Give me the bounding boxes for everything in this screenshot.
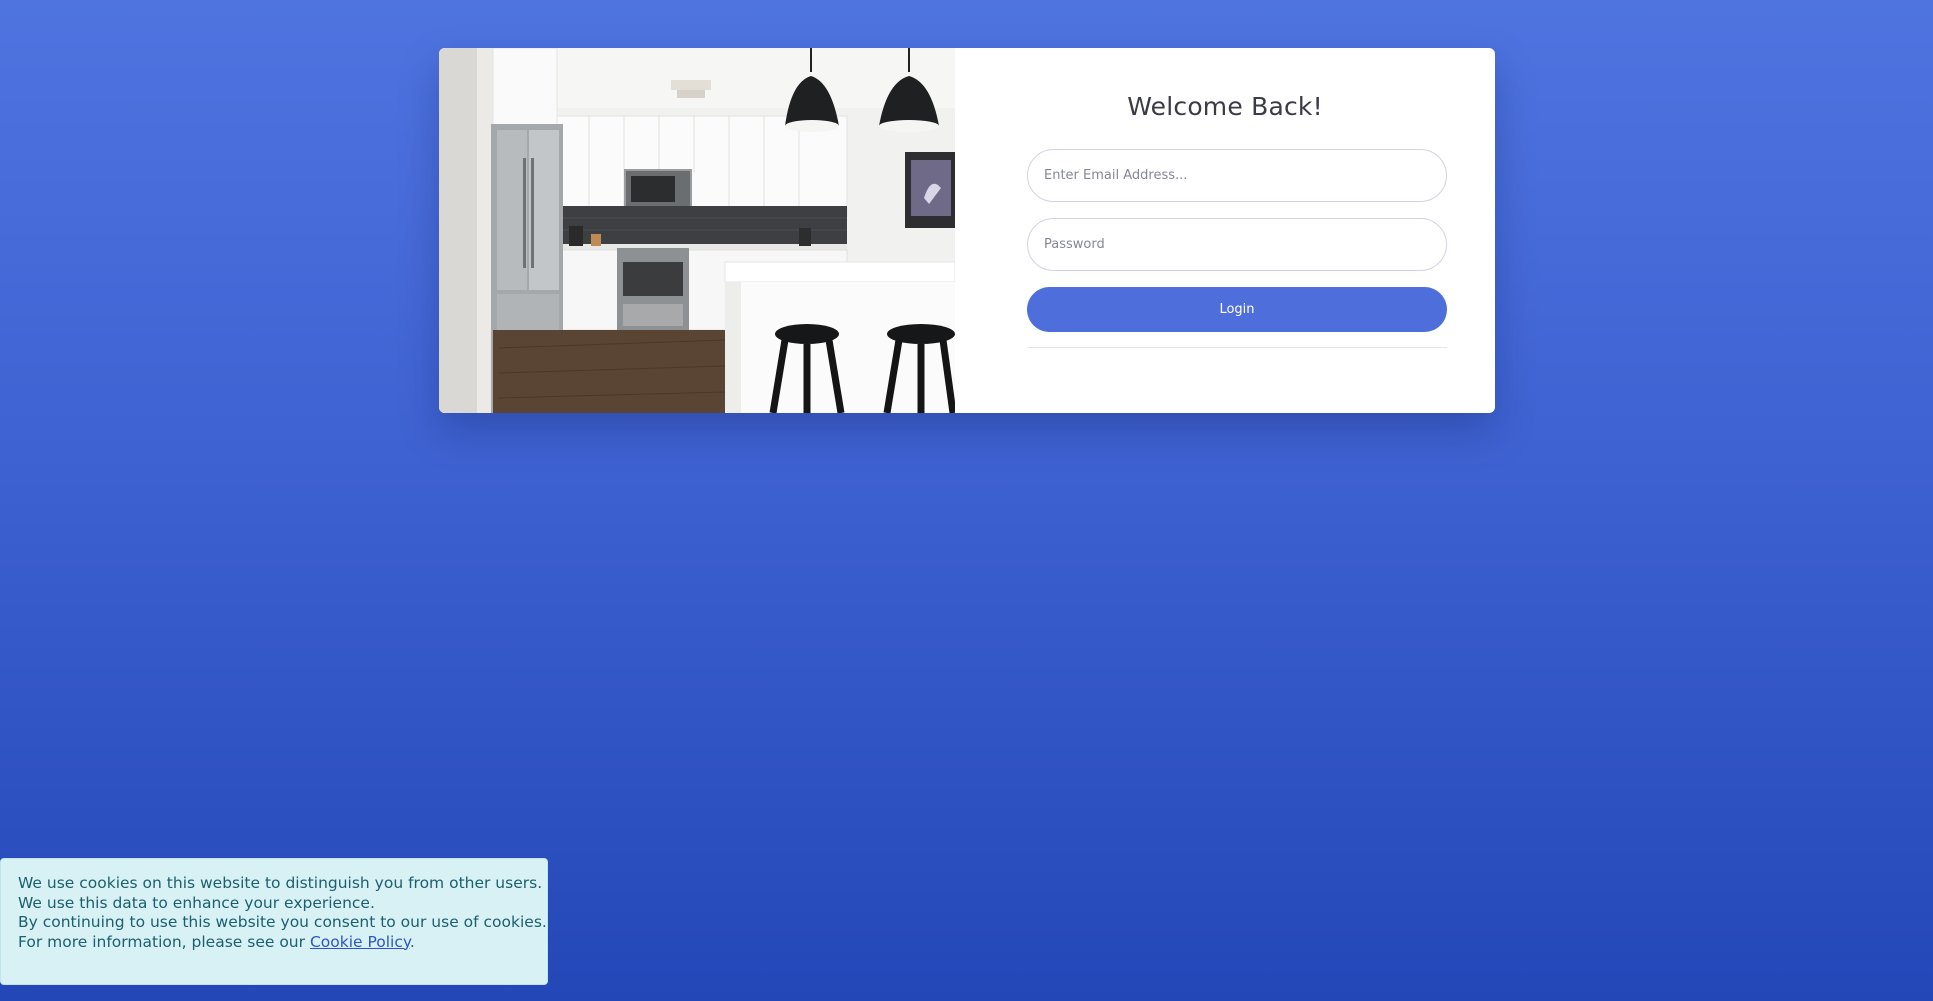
login-card: Welcome Back! Login: [439, 48, 1495, 413]
cookie-notice-prefix: For more information, please see our: [18, 932, 310, 951]
password-field[interactable]: [1027, 218, 1447, 271]
cookie-notice-line: We use this data to enhance your experie…: [18, 893, 375, 912]
form-divider: [1027, 347, 1447, 348]
login-button[interactable]: Login: [1027, 287, 1447, 332]
cookie-notice-line: By continuing to use this website you co…: [18, 913, 547, 931]
cookie-notice-line: We use cookies on this website to distin…: [18, 874, 543, 892]
kitchen-photo: [439, 48, 955, 413]
email-field[interactable]: [1027, 149, 1447, 202]
page-title: Welcome Back!: [1127, 92, 1323, 121]
cookie-notice: We use cookies on this website to distin…: [0, 858, 548, 985]
login-form-panel: Welcome Back! Login: [955, 48, 1495, 413]
cookie-notice-line: For more information, please see our Coo…: [18, 933, 530, 953]
cookie-notice-suffix: .: [409, 932, 415, 951]
kitchen-illustration: [439, 48, 955, 413]
cookie-policy-link[interactable]: Cookie Policy: [310, 933, 410, 951]
